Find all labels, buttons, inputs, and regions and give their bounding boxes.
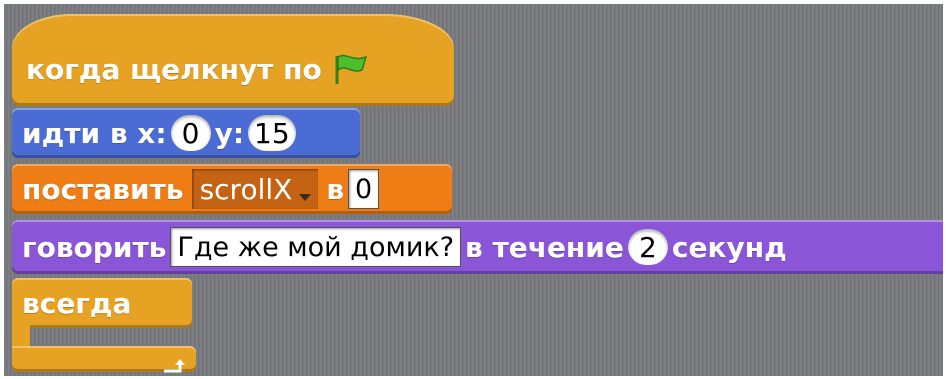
set-value-input[interactable]: 0: [348, 169, 380, 209]
y-value-input[interactable]: 15: [248, 115, 296, 151]
for-label: в течение: [465, 230, 624, 264]
say-message-input[interactable]: Где же мой домик?: [170, 227, 462, 267]
set-variable-block[interactable]: поставить scrollX в 0: [12, 164, 452, 214]
forever-block[interactable]: всегда: [12, 278, 192, 328]
set-label: поставить: [22, 172, 184, 206]
seconds-input[interactable]: 2: [627, 229, 668, 265]
when-flag-clicked-block[interactable]: когда щелкнут по: [12, 14, 454, 106]
forever-block-bottom[interactable]: [12, 346, 196, 373]
to-label: в: [326, 172, 345, 206]
dropdown-arrow-icon: [298, 177, 312, 201]
when-flag-label: когда щелкнут по: [26, 53, 322, 86]
go-to-xy-block[interactable]: идти в x: 0 y: 15: [12, 108, 360, 158]
forever-label: всегда: [22, 286, 132, 320]
go-to-x-label: идти в x:: [22, 116, 167, 150]
variable-dropdown[interactable]: scrollX: [191, 169, 319, 209]
seconds-unit-label: секунд: [671, 230, 787, 264]
say-for-secs-block[interactable]: говорить Где же мой домик? в течение 2 с…: [12, 220, 946, 274]
y-label: y:: [214, 116, 245, 150]
say-label: говорить: [22, 230, 167, 264]
x-value-input[interactable]: 0: [170, 115, 211, 151]
variable-name: scrollX: [199, 172, 293, 206]
green-flag-icon: [332, 52, 370, 86]
loop-return-icon: [160, 350, 188, 373]
